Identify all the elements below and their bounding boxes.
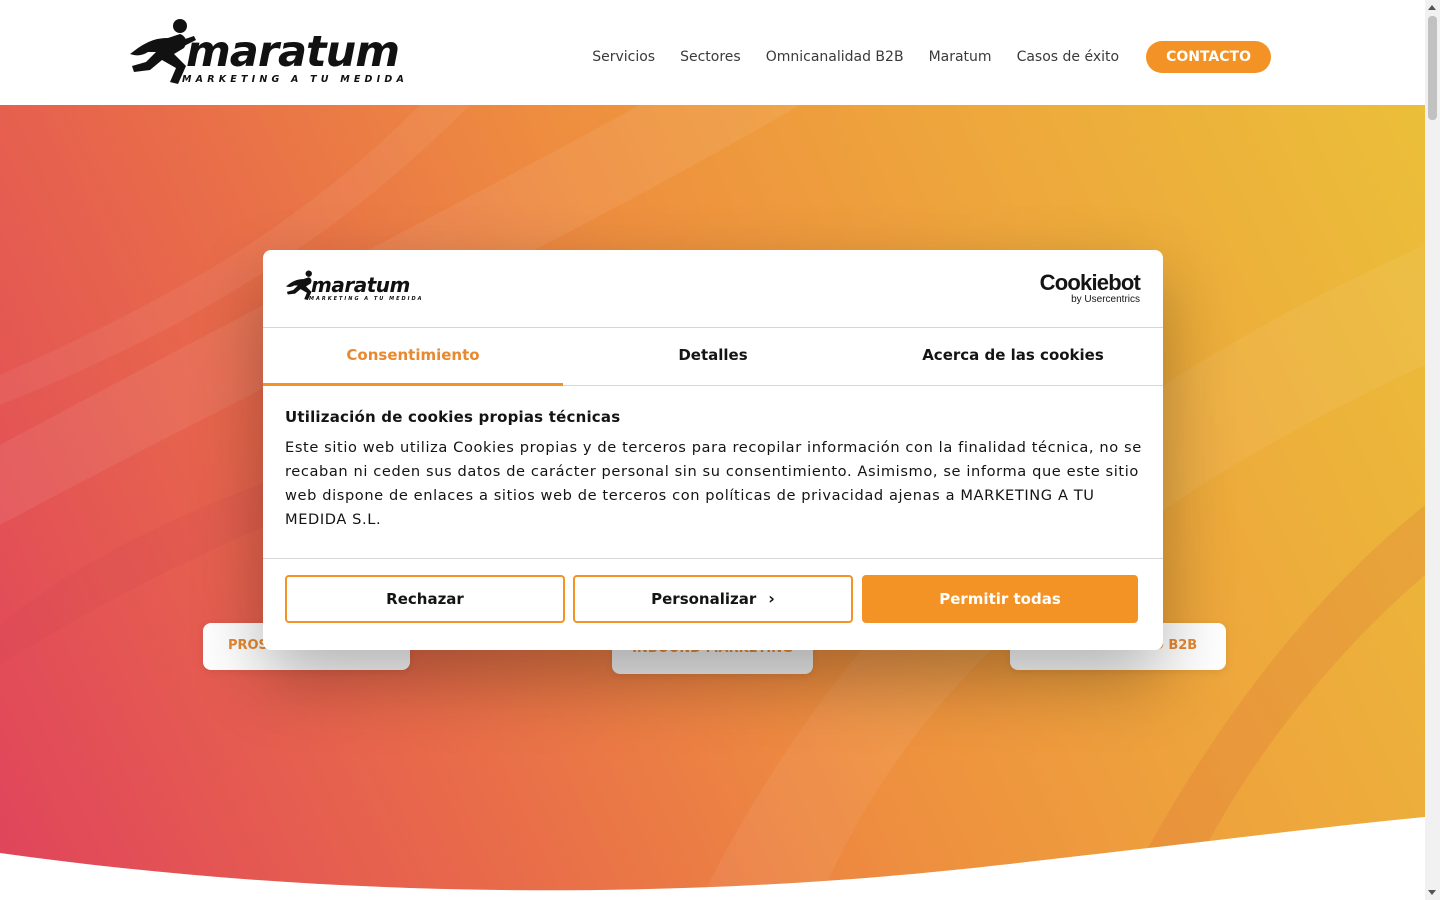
tab-detalles[interactable]: Detalles [563,328,863,385]
cookiebot-name: Cookiebot [1039,270,1141,295]
scrollbar-thumb[interactable] [1428,16,1437,120]
cookie-logo-wordmark: maratum [311,273,410,297]
cookie-dialog-footer: Rechazar Personalizar › Permitir todas [263,558,1163,650]
tab-acerca-cookies[interactable]: Acerca de las cookies [863,328,1163,385]
main-nav: Servicios Sectores Omnicanalidad B2B Mar… [567,41,1271,73]
customize-button[interactable]: Personalizar › [573,575,853,623]
reject-button[interactable]: Rechazar [285,575,565,623]
cookie-dialog-body: Utilización de cookies propias técnicas … [285,408,1145,532]
nav-item-servicios[interactable]: Servicios [592,49,655,65]
cookie-consent-dialog: maratum MARKETING A TU MEDIDA Cookiebot … [263,250,1163,650]
cookie-dialog-title: Utilización de cookies propias técnicas [285,408,621,426]
chevron-right-icon: › [768,588,775,608]
nav-item-casos-exito[interactable]: Casos de éxito [1017,49,1120,65]
scroll-down-arrow-icon [1428,890,1436,895]
scroll-down-button[interactable] [1425,885,1440,900]
site-logo[interactable]: maratum MARKETING A TU MEDIDA [128,18,404,88]
cookie-dialog-text: Este sitio web utiliza Cookies propias y… [285,439,1142,528]
logo-tagline: MARKETING A TU MEDIDA [182,74,409,85]
cookie-dialog-header: maratum MARKETING A TU MEDIDA Cookiebot … [263,250,1163,328]
cookie-tabs: Consentimiento Detalles Acerca de las co… [263,328,1163,386]
scroll-up-button[interactable] [1425,0,1440,15]
cookiebot-by: by Usercentrics [1071,294,1140,305]
logo-wordmark: maratum [186,27,400,77]
tab-consentimiento[interactable]: Consentimiento [263,328,563,386]
allow-all-button[interactable]: Permitir todas [862,575,1138,623]
scroll-up-arrow-icon [1428,5,1436,10]
cookiebot-logo[interactable]: Cookiebot by Usercentrics [1039,270,1141,306]
page-scrollbar[interactable] [1425,0,1440,900]
cookie-dialog-logo: maratum MARKETING A TU MEDIDA [285,270,422,306]
contact-button[interactable]: CONTACTO [1146,41,1271,73]
cookie-logo-tagline: MARKETING A TU MEDIDA [309,296,424,302]
nav-item-omnicanalidad[interactable]: Omnicanalidad B2B [766,49,904,65]
nav-item-maratum[interactable]: Maratum [929,49,992,65]
site-header: maratum MARKETING A TU MEDIDA Servicios … [0,0,1425,105]
nav-item-sectores[interactable]: Sectores [680,49,741,65]
